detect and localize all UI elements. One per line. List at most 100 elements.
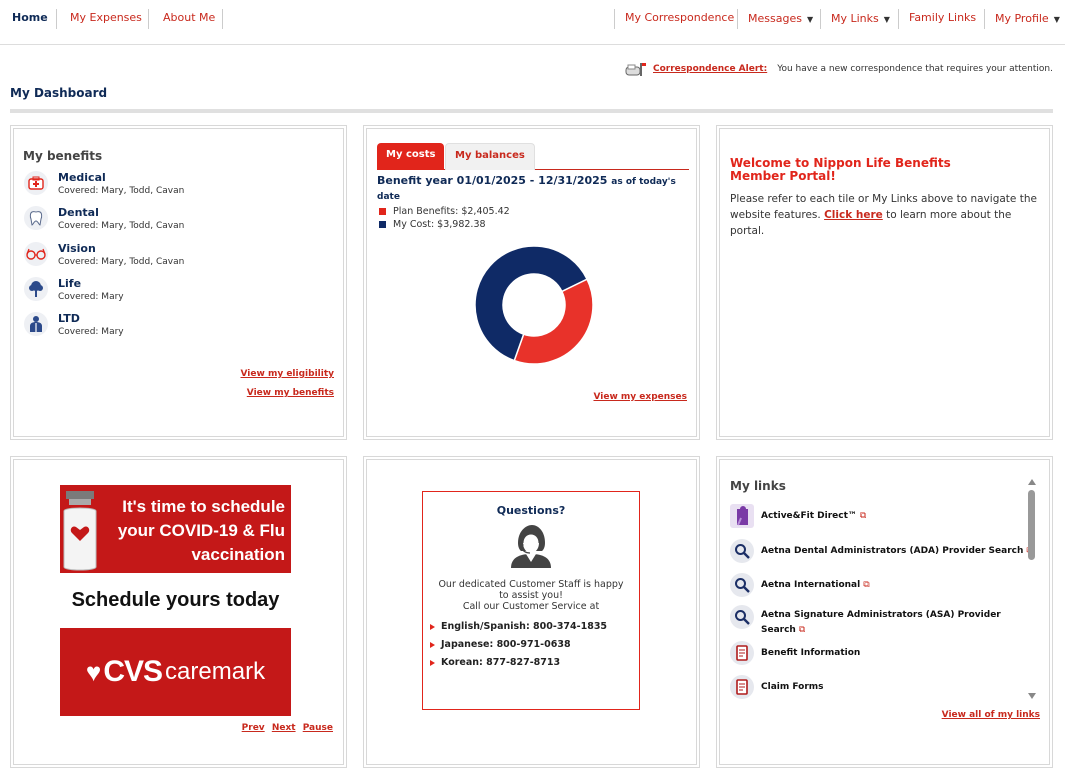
donut-slice-plan-benefits[interactable] (513, 278, 594, 365)
legend-swatch (379, 221, 386, 228)
support-agent-icon (511, 525, 551, 568)
link-label: Aetna Signature Administrators (ASA) Pro… (761, 610, 1001, 635)
nav-my-expenses[interactable]: My Expenses (70, 11, 142, 24)
view-all-links-link[interactable]: View all of my links (942, 710, 1040, 720)
legend-swatch (379, 208, 386, 215)
phone-japanese: Japanese: 800-971-0638 (423, 636, 639, 654)
document-icon (730, 641, 754, 665)
link-item[interactable]: Aetna Signature Administrators (ASA) Pro… (730, 605, 1024, 636)
view-expenses-link[interactable]: View my expenses (593, 392, 687, 402)
tile-frame: My links Active&Fit Direct™ ⧉ Aetna Denta… (719, 459, 1050, 765)
benefit-dental: Dental Covered: Mary, Todd, Cavan (24, 206, 184, 233)
links-title: My links (730, 479, 786, 493)
benefit-covered: Covered: Mary, Todd, Cavan (58, 257, 185, 267)
link-text: Aetna Signature Administrators (ASA) Pro… (761, 605, 1024, 636)
benefit-covered: Covered: Mary (58, 327, 124, 337)
scroll-down-icon[interactable] (1027, 692, 1037, 700)
nav-my-profile[interactable]: My Profile ▼ (995, 12, 1060, 25)
search-icon (730, 539, 754, 563)
cvs-caremark-logo: ♥ CVS caremark (60, 628, 291, 716)
benefit-name[interactable]: LTD (58, 312, 124, 325)
promo-carousel-tile: It's time to schedule your COVID-19 & Fl… (10, 456, 347, 768)
nav-home[interactable]: Home (12, 11, 48, 24)
document-icon (730, 675, 754, 699)
carousel-pause[interactable]: Pause (303, 723, 333, 733)
benefit-year-title: Benefit year 01/01/2025 - 12/31/2025 as … (377, 174, 689, 204)
nav-divider (148, 9, 149, 29)
nav-my-correspondence[interactable]: My Correspondence (625, 11, 734, 24)
scrollbar-thumb[interactable] (1028, 490, 1035, 560)
correspondence-alert-text: You have a new correspondence that requi… (777, 64, 1053, 74)
nav-my-links[interactable]: My Links ▼ (831, 12, 890, 25)
link-label: Claim Forms (761, 682, 824, 692)
scroll-up-icon[interactable] (1027, 478, 1037, 486)
nav-my-links-label: My Links (831, 12, 879, 25)
nav-messages-label: Messages (748, 12, 802, 25)
tab-my-costs[interactable]: My costs (377, 143, 445, 170)
legend-cost-label: My Cost: $3,982.38 (393, 219, 486, 230)
tree-icon (24, 277, 48, 301)
tile-frame: My benefits Medical Covered: Mary, Todd,… (13, 128, 344, 437)
banner-line-2: your COVID-19 & Flu (117, 521, 285, 540)
nav-divider (737, 9, 738, 29)
legend-my-cost: My Cost: $3,982.38 (379, 219, 486, 230)
nav-about-me[interactable]: About Me (163, 11, 215, 24)
link-item[interactable]: Aetna Dental Administrators (ADA) Provid… (730, 539, 1033, 563)
legend-plan-label: Plan Benefits: $2,405.42 (393, 206, 510, 217)
benefit-covered: Covered: Mary (58, 292, 124, 302)
nav-divider (898, 9, 899, 29)
carousel-prev[interactable]: Prev (242, 723, 265, 733)
link-item[interactable]: Aetna International ⧉ (730, 573, 870, 597)
tile-frame: Welcome to Nippon Life Benefits Member P… (719, 128, 1050, 437)
search-icon (730, 573, 754, 597)
tooth-icon (24, 206, 48, 230)
benefit-name[interactable]: Vision (58, 242, 184, 255)
benefit-name[interactable]: Dental (58, 206, 184, 219)
customer-service-box: Questions? Our dedicated Customer Staff … (422, 491, 640, 710)
benefit-name[interactable]: Life (58, 277, 124, 290)
nav-messages[interactable]: Messages ▼ (748, 12, 813, 25)
link-label: Aetna Dental Administrators (ADA) Provid… (761, 546, 1024, 556)
nav-divider (820, 9, 821, 29)
nav-my-profile-label: My Profile (995, 12, 1049, 25)
tile-frame: My costs My balances Benefit year 01/01/… (366, 128, 697, 437)
link-item[interactable]: Claim Forms (730, 675, 824, 699)
logo-brand-b: caremark (165, 658, 266, 685)
view-eligibility-link[interactable]: View my eligibility (241, 369, 335, 379)
person-icon (24, 312, 48, 336)
heart-icon: ♥ (85, 656, 102, 687)
correspondence-alert-link[interactable]: Correspondence Alert: (653, 64, 767, 74)
correspondence-alert: Correspondence Alert: You have a new cor… (625, 61, 1053, 77)
nav-divider (614, 9, 615, 29)
legend-plan-benefits: Plan Benefits: $2,405.42 (379, 206, 510, 217)
vaccination-banner[interactable]: It's time to schedule your COVID-19 & Fl… (60, 485, 291, 716)
banner-line-1: It's time to schedule (122, 497, 285, 516)
costs-tabs: My costs My balances (377, 143, 689, 170)
benefit-name[interactable]: Medical (58, 171, 184, 184)
costs-tile: My costs My balances Benefit year 01/01/… (363, 125, 700, 440)
medical-kit-icon (24, 171, 48, 195)
logo-brand-a: CVS (103, 655, 163, 688)
click-here-link[interactable]: Click here (824, 209, 883, 221)
link-label: Benefit Information (761, 648, 861, 658)
questions-title: Questions? (496, 504, 566, 517)
carousel-controls: Prev Next Pause (242, 723, 333, 733)
tab-my-balances[interactable]: My balances (445, 143, 535, 170)
carousel-next[interactable]: Next (272, 723, 296, 733)
glasses-icon (24, 242, 48, 266)
questions-call-text: Call our Customer Service at (462, 601, 600, 612)
banner-headline: It's time to schedule your COVID-19 & Fl… (118, 495, 285, 567)
questions-tile: Questions? Our dedicated Customer Staff … (363, 456, 700, 768)
benefit-ltd: LTD Covered: Mary (24, 312, 124, 339)
page-title: My Dashboard (10, 86, 108, 100)
link-item[interactable]: Active&Fit Direct™ ⧉ (730, 504, 866, 528)
view-benefits-link[interactable]: View my benefits (247, 388, 334, 398)
nav-family-links[interactable]: Family Links (909, 11, 976, 24)
chevron-down-icon: ▼ (883, 15, 890, 24)
external-link-icon: ⧉ (859, 511, 867, 521)
tile-frame: It's time to schedule your COVID-19 & Fl… (13, 459, 344, 765)
links-scrollbar[interactable] (1027, 478, 1037, 700)
link-item[interactable]: Benefit Information (730, 641, 860, 665)
search-icon (730, 605, 754, 629)
top-navigation: Home My Expenses About Me My Corresponde… (0, 0, 1065, 45)
